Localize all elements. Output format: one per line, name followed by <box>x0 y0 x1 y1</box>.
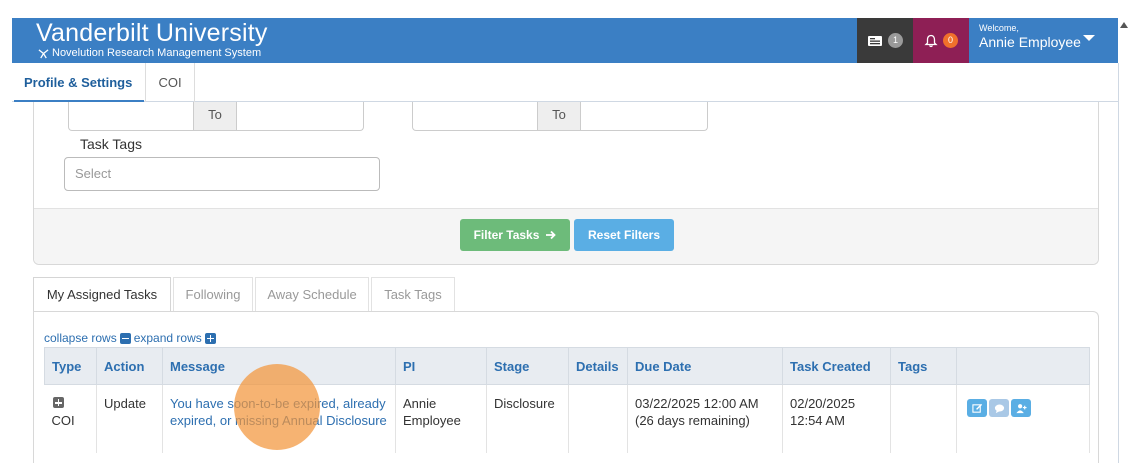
due-date-remaining: (26 days remaining) <box>635 413 750 428</box>
col-tags[interactable]: Tags <box>890 347 957 385</box>
tab-coi[interactable]: COI <box>145 63 195 102</box>
collapse-icon[interactable] <box>119 332 131 344</box>
tab-profile-settings[interactable]: Profile & Settings <box>14 63 144 102</box>
edit-icon <box>971 403 982 413</box>
due-date-value: 03/22/2025 12:00 AM <box>635 396 759 411</box>
task-message-link[interactable]: You have soon-to-be expired, already exp… <box>170 396 387 428</box>
cell-details <box>568 384 628 453</box>
cell-pi: Annie Employee <box>395 384 487 453</box>
arrow-right-icon <box>546 230 557 240</box>
collapse-rows-link[interactable]: collapse rows <box>44 331 117 345</box>
tasks-table: Type Action Message PI Stage Details Due… <box>44 347 1090 453</box>
user-menu-caret-icon[interactable] <box>1083 35 1095 41</box>
date-range-1-to-label: To <box>193 102 237 130</box>
col-message[interactable]: Message <box>162 347 396 385</box>
expand-row-icon[interactable] <box>52 397 64 408</box>
edit-task-button[interactable] <box>967 399 987 417</box>
col-action[interactable]: Action <box>96 347 163 385</box>
col-pi[interactable]: PI <box>395 347 487 385</box>
messages-count-badge: 1 <box>888 33 903 48</box>
cell-message: You have soon-to-be expired, already exp… <box>162 384 396 453</box>
cell-due-date: 03/22/2025 12:00 AM (26 days remaining) <box>627 384 783 453</box>
col-actions <box>956 347 1090 385</box>
app-header: Vanderbilt University Novelution Researc… <box>12 18 1118 63</box>
task-tags-label: Task Tags <box>80 136 142 152</box>
tab-away-schedule[interactable]: Away Schedule <box>255 277 369 312</box>
expand-rows-link[interactable]: expand rows <box>134 331 202 345</box>
col-details[interactable]: Details <box>568 347 628 385</box>
page: Vanderbilt University Novelution Researc… <box>0 0 1129 463</box>
filter-tasks-button[interactable]: Filter Tasks <box>460 219 570 251</box>
reset-filters-button[interactable]: Reset Filters <box>574 219 674 251</box>
tab-task-tags[interactable]: Task Tags <box>371 277 455 312</box>
tasks-panel: collapse rows expand rows Type Action Me… <box>33 311 1099 463</box>
date-range-1-field[interactable]: To <box>68 102 364 131</box>
col-type[interactable]: Type <box>44 347 97 385</box>
comments-button[interactable] <box>989 399 1009 417</box>
task-type: COI <box>51 413 75 428</box>
assign-user-button[interactable] <box>1011 399 1031 417</box>
created-date: 02/20/2025 <box>790 396 856 411</box>
welcome-label: Welcome, <box>979 23 1019 33</box>
app-title[interactable]: Vanderbilt University <box>36 19 268 47</box>
col-task-created[interactable]: Task Created <box>782 347 891 385</box>
scroll-up-arrow-icon[interactable] <box>1120 22 1128 28</box>
bell-icon <box>924 34 938 47</box>
cell-tags <box>890 384 957 453</box>
filter-panel: To To Task Tags Select Filter Tasks Rese… <box>33 102 1099 265</box>
col-due-date[interactable]: Due Date <box>627 347 783 385</box>
add-user-icon <box>1015 403 1027 413</box>
date-range-2-to-label: To <box>537 102 581 130</box>
content-border <box>1118 63 1119 463</box>
app-subtitle: Novelution Research Management System <box>38 47 261 59</box>
row-toggle-controls: collapse rows expand rows <box>44 331 216 345</box>
messages-button[interactable]: 1 <box>857 18 913 63</box>
task-tags-select[interactable]: Select <box>64 157 380 191</box>
table-row: COI Update You have soon-to-be expired, … <box>44 384 1090 453</box>
filter-tasks-label: Filter Tasks <box>473 228 540 242</box>
col-stage[interactable]: Stage <box>486 347 569 385</box>
novelution-logo-icon <box>38 48 49 58</box>
comments-icon <box>994 404 1004 413</box>
alerts-button[interactable]: 0 <box>913 18 969 63</box>
date-range-2-field[interactable]: To <box>412 102 708 131</box>
user-menu[interactable]: Welcome, Annie Employee <box>979 23 1081 51</box>
alerts-count-badge: 0 <box>943 33 958 48</box>
cell-stage: Disclosure <box>486 384 569 453</box>
row-action-buttons <box>967 399 1082 417</box>
user-name: Annie Employee <box>979 34 1081 50</box>
cell-type: COI <box>44 384 97 453</box>
table-header-row: Type Action Message PI Stage Details Due… <box>44 347 1090 385</box>
messages-icon <box>868 35 882 46</box>
app-subtitle-text: Novelution Research Management System <box>52 47 262 59</box>
expand-icon[interactable] <box>204 332 216 344</box>
top-nav: Profile & Settings COI <box>12 63 1118 102</box>
cell-actions <box>956 384 1090 453</box>
tab-my-assigned-tasks[interactable]: My Assigned Tasks <box>33 277 171 313</box>
cell-task-created: 02/20/2025 12:54 AM <box>782 384 891 453</box>
cell-action: Update <box>96 384 163 453</box>
tab-following[interactable]: Following <box>173 277 253 312</box>
created-time: 12:54 AM <box>790 413 845 428</box>
